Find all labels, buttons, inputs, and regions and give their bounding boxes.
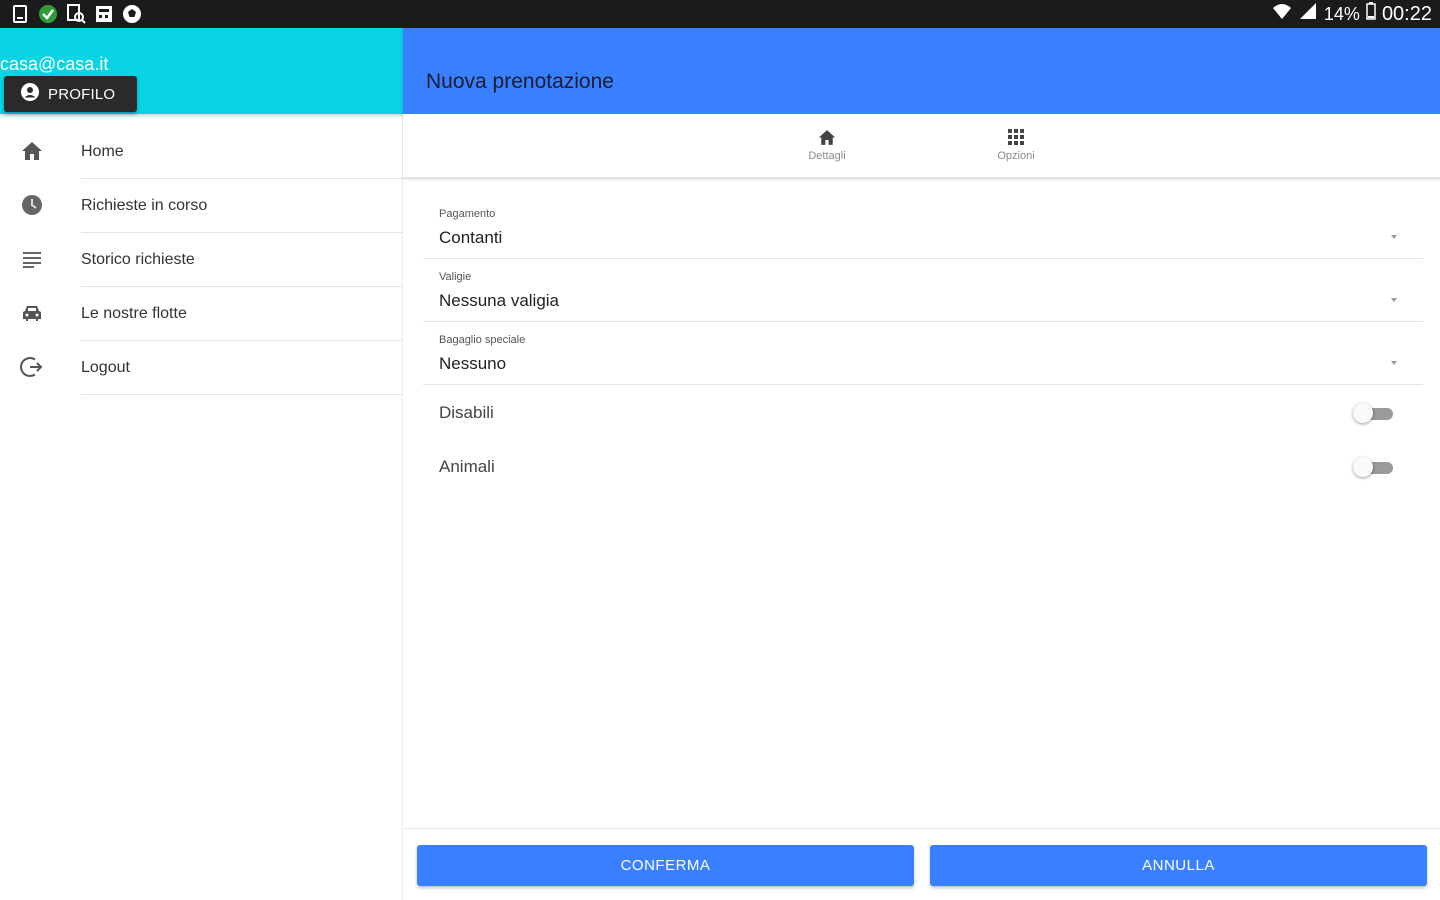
- home-icon: [816, 126, 838, 148]
- document-search-icon: [66, 4, 86, 24]
- clock-icon: [20, 193, 44, 217]
- profile-button[interactable]: PROFILO: [4, 76, 137, 112]
- field-label: Valigie: [439, 271, 472, 283]
- payment-select[interactable]: Pagamento Contanti: [423, 196, 1423, 259]
- soccer-icon: [122, 4, 142, 24]
- field-label: Pagamento: [439, 208, 496, 220]
- grid-icon: [1005, 126, 1027, 148]
- toggle-knob: [1353, 457, 1373, 477]
- disabled-toggle[interactable]: [1353, 403, 1393, 423]
- field-value: Nessuno: [439, 354, 507, 373]
- logout-icon: [20, 355, 44, 379]
- tab-bar: Dettagli Opzioni: [403, 114, 1440, 179]
- clock-time: 00:22: [1381, 2, 1432, 25]
- menu-item-label: Storico richieste: [81, 251, 195, 268]
- dropdown-arrow-icon: [1391, 235, 1397, 239]
- menu-item-logout[interactable]: Logout: [0, 341, 403, 395]
- wifi-icon: [1272, 2, 1292, 26]
- menu-item-storico-richieste[interactable]: Storico richieste: [0, 233, 403, 287]
- drawer-header: casa@casa.it PROFILO: [0, 28, 403, 114]
- toggle-knob: [1353, 403, 1373, 423]
- tab-label: Dettagli: [808, 150, 846, 162]
- calculator-icon: [94, 4, 114, 24]
- profile-button-label: PROFILO: [48, 85, 116, 103]
- car-icon: [20, 301, 44, 325]
- special-luggage-select[interactable]: Bagaglio speciale Nessuno: [423, 322, 1423, 385]
- animals-toggle[interactable]: [1353, 457, 1393, 477]
- dropdown-arrow-icon: [1391, 298, 1397, 302]
- toggle-label: Animali: [439, 457, 495, 476]
- field-value: Contanti: [439, 228, 503, 247]
- user-email: casa@casa.it: [0, 54, 109, 74]
- footer-actions: CONFERMA ANNULLA: [403, 828, 1440, 900]
- menu-item-label: Richieste in corso: [81, 197, 208, 214]
- battery-percent: 14%: [1323, 3, 1360, 24]
- app-toolbar: Nuova prenotazione: [403, 28, 1440, 114]
- check-icon: [38, 4, 58, 24]
- status-bar: 14% 00:22: [0, 0, 1440, 28]
- signal-icon: [1298, 2, 1318, 26]
- dropdown-arrow-icon: [1391, 361, 1397, 365]
- tablet-icon: [10, 4, 30, 24]
- toggle-label: Disabili: [439, 403, 494, 422]
- menu-item-richieste-in-corso[interactable]: Richieste in corso: [0, 179, 403, 233]
- confirm-button[interactable]: CONFERMA: [417, 845, 914, 886]
- battery-icon: [1366, 2, 1376, 26]
- menu-item-home[interactable]: Home: [0, 125, 403, 179]
- menu-item-le-nostre-flotte[interactable]: Le nostre flotte: [0, 287, 403, 341]
- menu-item-label: Home: [81, 143, 124, 160]
- page-title: Nuova prenotazione: [426, 70, 614, 93]
- field-value: Nessuna valigia: [439, 291, 560, 310]
- tab-dettagli[interactable]: Dettagli: [777, 126, 877, 170]
- drawer-menu: Home Richieste in corso Storico richiest…: [0, 125, 403, 395]
- tab-opzioni[interactable]: Opzioni: [966, 126, 1066, 170]
- home-icon: [20, 139, 44, 163]
- system-icons: 14% 00:22: [1272, 2, 1432, 26]
- animals-row: Animali: [423, 440, 1423, 494]
- menu-item-label: Logout: [81, 359, 130, 376]
- divider: [81, 394, 403, 395]
- notification-icons: [10, 4, 142, 24]
- luggage-select[interactable]: Valigie Nessuna valigia: [423, 259, 1423, 322]
- menu-item-label: Le nostre flotte: [81, 305, 187, 322]
- account-circle-icon: [20, 82, 40, 106]
- side-drawer: casa@casa.it PROFILO Home Richieste in c…: [0, 28, 403, 900]
- cancel-button[interactable]: ANNULLA: [930, 845, 1427, 886]
- disabled-row: Disabili: [423, 386, 1423, 440]
- list-icon: [20, 247, 44, 271]
- field-label: Bagaglio speciale: [439, 334, 526, 346]
- tab-label: Opzioni: [997, 150, 1035, 162]
